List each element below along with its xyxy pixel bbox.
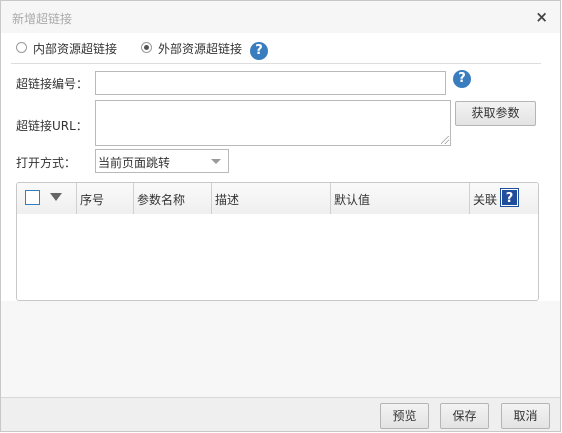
- chevron-down-icon[interactable]: [211, 159, 221, 164]
- question-square-icon[interactable]: ?: [500, 188, 519, 207]
- open-mode-label: 打开方式：: [16, 156, 77, 170]
- url-label: 超链接URL：: [16, 119, 88, 133]
- params-table: 序号 参数名称 描述 默认值 关联 ?: [16, 182, 539, 301]
- link-code-input[interactable]: [95, 71, 446, 95]
- triangle-down-icon[interactable]: [50, 193, 62, 201]
- column-header[interactable]: 序号: [77, 183, 134, 214]
- radio-internal-label[interactable]: 内部资源超链接: [33, 40, 117, 57]
- question-circle-icon[interactable]: ?: [453, 70, 471, 88]
- column-header[interactable]: 关联 ?: [470, 183, 538, 214]
- column-header[interactable]: 参数名称: [134, 183, 212, 214]
- divider: [11, 63, 541, 64]
- dialog-footer: 预览 保存 取消: [1, 397, 560, 431]
- preview-button[interactable]: 预览: [380, 403, 429, 429]
- radio-external-label[interactable]: 外部资源超链接: [158, 40, 242, 57]
- column-header-description: 描述: [215, 193, 240, 207]
- cancel-button[interactable]: 取消: [501, 403, 550, 429]
- question-circle-icon[interactable]: ?: [250, 42, 268, 60]
- column-header-relation: 关联: [473, 193, 498, 207]
- open-mode-value: 当前页面跳转: [98, 156, 171, 170]
- select-all-checkbox[interactable]: [25, 190, 40, 205]
- radio-internal-link[interactable]: [16, 42, 27, 53]
- column-header-index: 序号: [80, 193, 105, 207]
- column-header[interactable]: 默认值: [331, 183, 470, 214]
- dialog-title: 新增超链接: [12, 12, 73, 26]
- fetch-params-button[interactable]: 获取参数: [455, 101, 536, 126]
- column-header-default-value: 默认值: [334, 193, 371, 207]
- params-table-body: [17, 214, 538, 300]
- resize-grip-icon[interactable]: [441, 136, 449, 144]
- column-header[interactable]: 描述: [212, 183, 331, 214]
- radio-external-link[interactable]: [141, 42, 152, 53]
- select-all-column: [17, 183, 77, 214]
- link-url-textarea[interactable]: [95, 100, 451, 146]
- params-table-header: 序号 参数名称 描述 默认值 关联 ?: [17, 183, 538, 215]
- save-button[interactable]: 保存: [440, 403, 489, 429]
- open-mode-select[interactable]: 当前页面跳转: [95, 149, 229, 173]
- hyperlink-dialog: 新增超链接 × 内部资源超链接 外部资源超链接 ? 超链接编号： ? 超链接UR…: [0, 0, 561, 432]
- dialog-body-spacer: [1, 301, 560, 397]
- code-label: 超链接编号：: [16, 77, 89, 91]
- close-icon[interactable]: ×: [535, 9, 548, 25]
- dialog-titlebar: 新增超链接 ×: [1, 1, 560, 33]
- column-header-param-name: 参数名称: [137, 193, 186, 207]
